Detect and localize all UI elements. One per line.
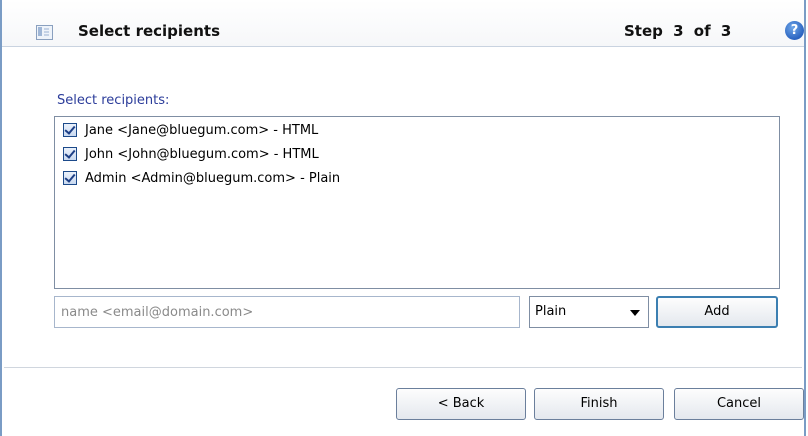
checkbox-checked-icon[interactable]: [63, 170, 77, 185]
page-title: Select recipients: [78, 22, 221, 40]
wizard-icon: [36, 25, 53, 40]
recipient-text: Jane <Jane@bluegum.com> - HTML: [85, 123, 319, 138]
format-select-value: Plain: [535, 304, 567, 319]
recipients-label: Select recipients:: [57, 93, 170, 108]
back-button[interactable]: < Back: [396, 388, 526, 420]
wizard-dialog: Select recipients Step 3 of 3 ? Select r…: [0, 0, 806, 436]
list-item[interactable]: Admin <Admin@bluegum.com> - Plain: [63, 170, 340, 188]
recipients-list[interactable]: Jane <Jane@bluegum.com> - HTML John <Joh…: [54, 116, 780, 289]
recipient-text: Admin <Admin@bluegum.com> - Plain: [85, 171, 341, 186]
recipient-input[interactable]: [54, 296, 520, 328]
help-icon[interactable]: ?: [785, 21, 804, 40]
list-item[interactable]: John <John@bluegum.com> - HTML: [63, 146, 319, 164]
chevron-down-icon[interactable]: [630, 310, 640, 316]
add-button[interactable]: Add: [656, 296, 778, 328]
finish-button[interactable]: Finish: [534, 388, 664, 420]
list-item[interactable]: Jane <Jane@bluegum.com> - HTML: [63, 122, 318, 140]
format-select[interactable]: Plain: [529, 296, 649, 328]
recipient-text: John <John@bluegum.com> - HTML: [85, 147, 319, 162]
checkbox-checked-icon[interactable]: [63, 122, 77, 137]
checkbox-checked-icon[interactable]: [63, 146, 77, 161]
cancel-button[interactable]: Cancel: [674, 388, 804, 420]
step-indicator: Step 3 of 3: [624, 22, 732, 40]
dialog-header: Select recipients Step 3 of 3 ?: [2, 0, 804, 47]
footer-separator: [4, 367, 802, 368]
